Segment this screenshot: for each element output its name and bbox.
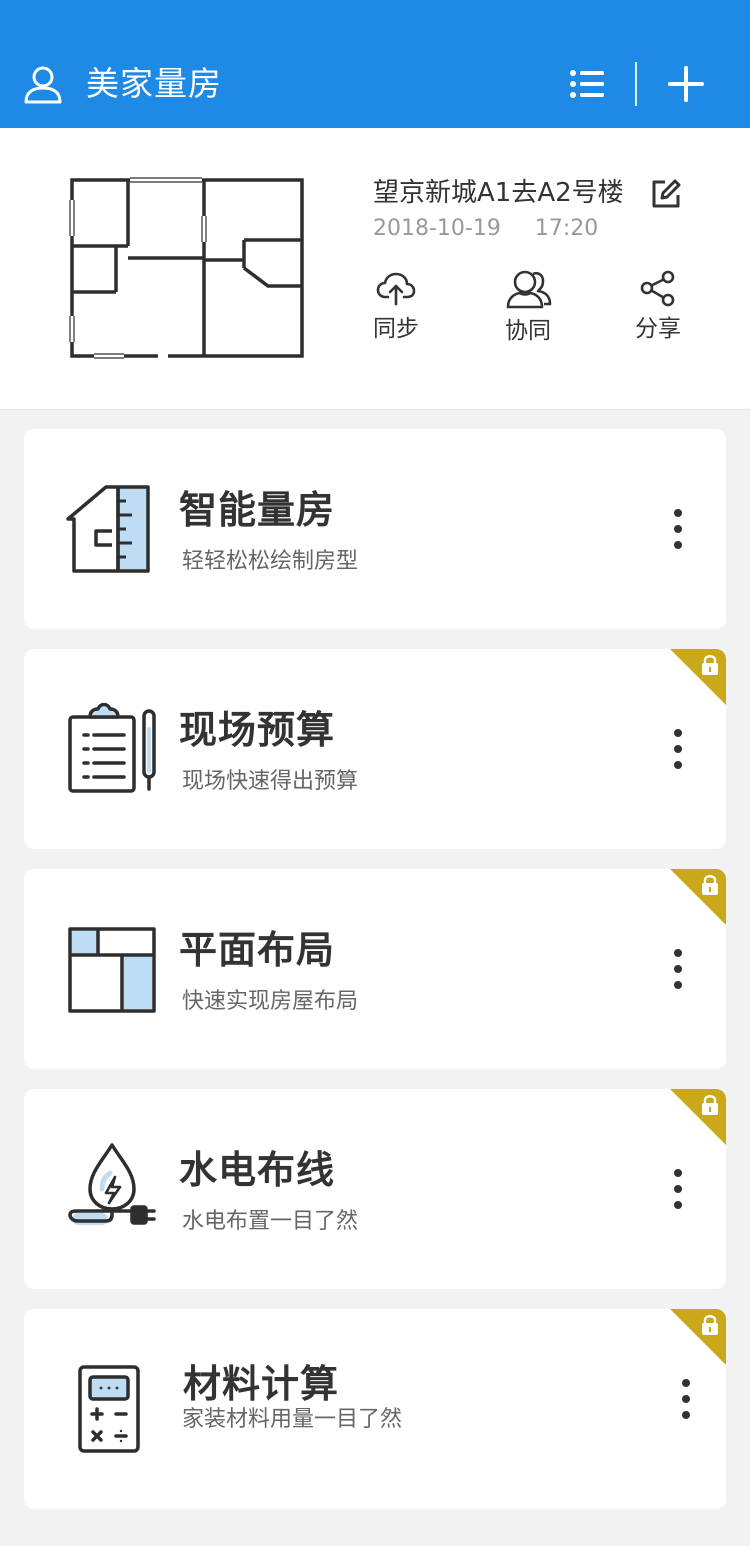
floor-plan-thumbnail[interactable] — [68, 176, 306, 360]
card-title: 平面布局 — [179, 928, 336, 972]
lock-icon — [670, 649, 726, 705]
more-vertical-icon[interactable] — [664, 1167, 692, 1211]
house-ruler-icon — [62, 479, 158, 579]
share-button[interactable]: 分享 — [618, 268, 698, 358]
plus-icon[interactable] — [668, 66, 704, 102]
card-smart-measure[interactable]: 智能量房 轻轻松松绘制房型 — [24, 429, 726, 629]
water-power-icon — [62, 1139, 158, 1239]
project-date: 2018-10-19 — [373, 216, 501, 241]
project-datetime: 2018-10-19 17:20 — [373, 214, 598, 244]
collaborate-label: 协同 — [505, 318, 551, 344]
card-subtitle: 轻轻松松绘制房型 — [182, 549, 359, 574]
cloud-upload-icon — [376, 272, 416, 306]
share-label: 分享 — [635, 316, 681, 342]
card-title: 现场预算 — [179, 708, 336, 752]
card-water-electric[interactable]: 水电布线 水电布置一目了然 — [24, 1089, 726, 1289]
more-vertical-icon[interactable] — [672, 1377, 700, 1421]
card-subtitle: 现场快速得出预算 — [182, 769, 359, 794]
lock-icon — [670, 1089, 726, 1145]
app-bar: 美家量房 — [0, 0, 750, 128]
sync-button[interactable]: 同步 — [356, 268, 436, 358]
project-name: 望京新城A1去A2号楼 — [373, 178, 624, 208]
card-subtitle: 快速实现房屋布局 — [182, 989, 359, 1014]
card-subtitle: 水电布置一目了然 — [182, 1209, 359, 1234]
card-title: 水电布线 — [179, 1148, 336, 1192]
more-vertical-icon[interactable] — [664, 507, 692, 551]
sync-label: 同步 — [373, 316, 419, 342]
project-time: 17:20 — [534, 216, 599, 241]
card-title: 智能量房 — [179, 488, 336, 532]
collaborate-button[interactable]: 协同 — [488, 268, 568, 358]
card-title: 材料计算 — [183, 1362, 340, 1406]
app-title: 美家量房 — [86, 64, 222, 103]
list-icon[interactable] — [568, 66, 606, 102]
appbar-divider — [635, 62, 637, 106]
card-subtitle: 家装材料用量一目了然 — [182, 1407, 403, 1432]
project-panel: 望京新城A1去A2号楼 2018-10-19 17:20 同步 协同 分享 — [0, 128, 750, 410]
calculator-icon — [62, 1359, 158, 1459]
edit-icon[interactable] — [650, 178, 682, 210]
card-floor-layout[interactable]: 平面布局 快速实现房屋布局 — [24, 869, 726, 1069]
more-vertical-icon[interactable] — [664, 727, 692, 771]
clipboard-pen-icon — [62, 699, 158, 799]
lock-icon — [670, 1309, 726, 1365]
lock-icon — [670, 869, 726, 925]
share-icon — [640, 270, 675, 307]
layout-icon — [62, 919, 158, 1019]
user-icon[interactable] — [22, 64, 64, 106]
card-site-budget[interactable]: 现场预算 现场快速得出预算 — [24, 649, 726, 849]
more-vertical-icon[interactable] — [664, 947, 692, 991]
users-icon — [506, 270, 552, 309]
card-material-calc[interactable]: 材料计算 家装材料用量一目了然 — [24, 1309, 726, 1509]
